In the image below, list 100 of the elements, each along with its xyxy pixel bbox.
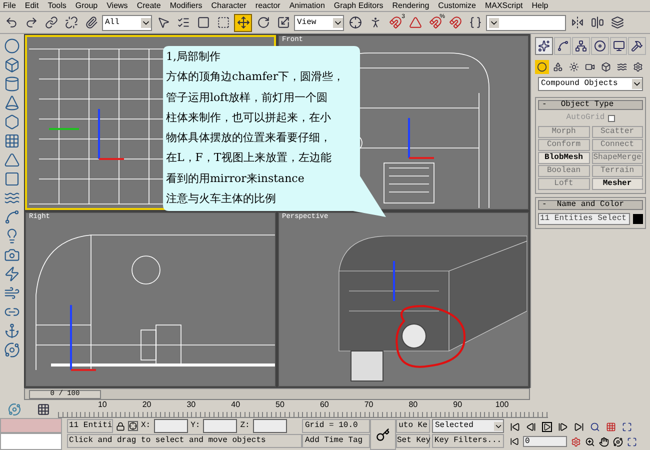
move-icon [236,16,250,29]
redo-icon [24,16,38,29]
panel-tab[interactable] [572,37,590,55]
menu-item[interactable]: Views [106,2,128,10]
category-button[interactable] [631,60,645,74]
object-type-button[interactable]: BlobMesh [538,152,590,164]
waves-icon[interactable] [4,190,20,206]
box-icon[interactable] [4,57,20,73]
object-type-button[interactable]: Mesher [592,178,643,190]
zoom-all-icon[interactable] [606,422,616,432]
go-to-start-icon[interactable] [510,422,520,432]
time-config-icon[interactable] [571,436,581,446]
menu-item[interactable]: Customize [438,2,476,10]
menu-item[interactable]: Edit [24,2,39,10]
track-bar-icon[interactable] [37,402,50,416]
maximize-icon[interactable] [627,436,637,446]
category-button[interactable] [551,60,565,74]
lock-icon[interactable] [116,422,125,430]
auto-key-button[interactable]: uto Ke [396,419,430,433]
dropdown-caret-icon [141,18,151,28]
script-listener-field[interactable] [0,418,62,433]
autogrid-label: AutoGrid [566,112,605,124]
cone-icon[interactable] [4,95,20,111]
color-swatch[interactable] [633,214,643,224]
menu-item[interactable]: Help [532,2,548,10]
menu-item[interactable]: Rendering [392,2,430,10]
hammer-icon [631,40,644,52]
coordinate-field[interactable] [154,419,188,433]
sphere-icon[interactable] [4,38,20,54]
menu-item[interactable]: Tools [48,2,66,10]
category-button[interactable] [535,60,549,74]
name-field[interactable]: 11 Entities Select [538,213,630,225]
grid-size: Grid = 10.0 [302,419,370,433]
dropdown[interactable]: All [102,14,152,30]
go-to-end-icon[interactable] [574,422,584,432]
curve-icon[interactable] [4,209,20,225]
play-icon[interactable] [542,422,552,432]
panel-tab[interactable] [554,37,572,55]
dropdown[interactable] [486,14,566,30]
zoom-region-icon[interactable] [585,436,595,446]
next-frame-icon[interactable] [558,422,568,432]
panel-tab[interactable] [535,37,553,55]
wind-icon[interactable] [4,285,20,301]
camera-icon[interactable] [4,247,20,263]
menu-item[interactable]: File [3,2,16,10]
dropdown[interactable]: View [294,14,344,30]
menu-item[interactable]: Animation [289,2,325,10]
previous-frame-icon[interactable] [526,422,536,432]
camera-icon [585,62,595,72]
menu-item[interactable]: Character [211,2,246,10]
triangle-icon[interactable] [4,152,20,168]
frame-field[interactable]: 0 [523,436,567,447]
category-dropdown[interactable]: Compound Objects [538,77,643,91]
panel-tab[interactable] [628,37,646,55]
grid-icon[interactable] [4,133,20,149]
zoom-icon[interactable] [590,422,600,432]
zoom-extents-icon[interactable] [622,422,632,432]
shapes-icon [553,62,563,72]
toolbar-button[interactable] [234,14,252,32]
square-icon[interactable] [4,171,20,187]
panel-tab[interactable] [610,37,628,55]
coordinate-label: Y: [190,422,200,430]
dropdown-caret-icon [489,18,499,28]
disc-icon [594,40,606,52]
key-mode-dropdown[interactable]: Selected [432,419,504,433]
track-bar[interactable]: 10 20 30 40 50 60 70 80 90 100 [58,400,548,418]
rollout-header[interactable]: - Object Type [538,100,643,110]
set-key-button[interactable]: Set Key [396,434,430,448]
category-button[interactable] [599,60,613,74]
collapse-toggle[interactable]: - [542,199,547,211]
curve-icon [556,40,568,52]
pan-icon[interactable] [599,436,609,446]
lightning-icon[interactable] [4,266,20,282]
frame-tick-label: 50 [276,401,284,409]
menu-item[interactable]: MAXScript [484,2,523,10]
script-listener-field[interactable] [0,433,62,450]
autogrid-checkbox[interactable] [608,114,615,122]
panel-tab[interactable] [591,37,609,55]
menu-item[interactable]: Create [136,2,161,10]
dropdown-caret-icon [494,422,503,430]
anchor-icon[interactable] [4,323,20,339]
selection-count: 11 Entiti [67,419,113,433]
category-button[interactable] [567,60,581,74]
menu-item[interactable]: reactor [255,2,280,10]
add-time-tag-button[interactable]: Add Time Tag [302,434,370,448]
menu-item[interactable]: Graph Editors [334,2,384,10]
orbit-icon[interactable] [613,436,623,446]
collapse-toggle[interactable]: - [542,99,547,111]
set-key-button[interactable] [370,419,396,450]
magnet-icon [388,16,402,29]
box-icon [601,62,611,72]
coordinate-field[interactable] [203,419,238,433]
menu-item[interactable]: Group [75,2,98,10]
rollout-header[interactable]: - Name and Color [538,200,643,210]
hexagon-icon[interactable] [4,114,20,130]
unlink-icon [64,16,78,29]
menu-item[interactable]: Modifiers [170,2,202,10]
cylinder-icon[interactable] [4,76,20,92]
coordinate-field[interactable] [252,419,287,433]
key-filters-button[interactable]: Key Filters... [432,434,504,448]
